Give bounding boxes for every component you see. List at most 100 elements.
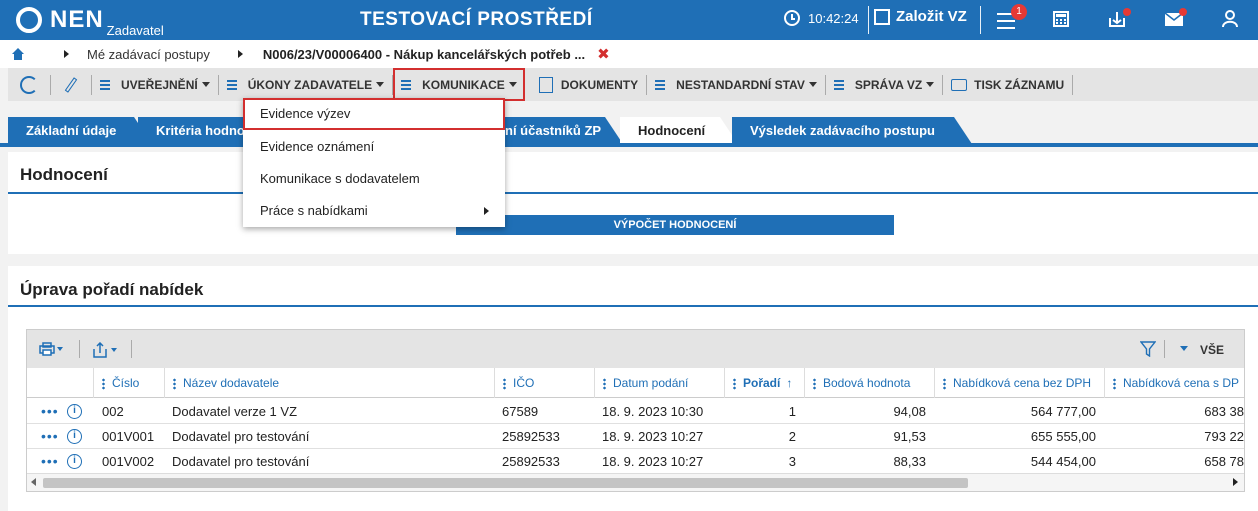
user-icon[interactable] xyxy=(1222,10,1244,30)
menu-komunikace[interactable]: KOMUNIKACE xyxy=(393,68,525,101)
table-row[interactable]: ••• i 002 Dodavatel verze 1 VZ 67589 18.… xyxy=(27,399,1244,424)
clock-time: 10:42:24 xyxy=(808,10,859,26)
print-record-button[interactable]: TISK ZÁZNAMU xyxy=(943,68,1072,101)
cell-cislo: 002 xyxy=(102,404,124,419)
menu-nestandardni-stav[interactable]: NESTANDARDNÍ STAV xyxy=(647,68,825,101)
breadcrumb-current[interactable]: N006/23/V00006400 - Nákup kancelářských … xyxy=(263,47,585,62)
info-icon[interactable]: i xyxy=(67,404,82,419)
col-datum-podani[interactable]: Datum podání xyxy=(594,368,724,398)
cell-cena-s: 683 38 xyxy=(1204,404,1244,419)
scroll-right-icon[interactable] xyxy=(1233,478,1238,486)
inbox-alert-dot xyxy=(1123,8,1131,16)
filter-all-select[interactable]: VŠE xyxy=(1200,343,1224,357)
refresh-icon xyxy=(20,75,38,94)
col-cislo[interactable]: Číslo xyxy=(93,368,164,398)
divider xyxy=(131,340,132,358)
info-icon[interactable]: i xyxy=(67,454,82,469)
clock-icon xyxy=(784,10,800,26)
menu-dokumenty[interactable]: DOKUMENTY xyxy=(531,68,646,101)
cell-poradi: 1 xyxy=(788,404,796,419)
info-icon[interactable]: i xyxy=(67,429,82,444)
menu-item-prace-s-nabidkami[interactable]: Práce s nabídkami xyxy=(243,195,505,227)
print-record-label: TISK ZÁZNAMU xyxy=(974,77,1065,92)
sort-asc-icon: ↑ xyxy=(786,376,793,390)
calculator-icon[interactable] xyxy=(1052,10,1074,30)
tab-hodnoceni[interactable]: Hodnocení xyxy=(620,117,738,144)
print-menu-button[interactable] xyxy=(39,342,65,359)
menu-item-komunikace-s-dodavatelem[interactable]: Komunikace s dodavatelem xyxy=(243,163,505,195)
section-rule xyxy=(8,305,1258,307)
menu-item-evidence-vyzev[interactable]: Evidence výzev xyxy=(243,98,505,130)
menu-sprava-vz[interactable]: SPRÁVA VZ xyxy=(826,68,942,101)
tab-zakladni-udaje[interactable]: Základní údaje xyxy=(8,117,152,144)
cell-datum: 18. 9. 2023 10:27 xyxy=(602,429,704,444)
cell-cena-s: 793 22 xyxy=(1204,429,1244,444)
col-bodova-hodnota[interactable]: Bodová hodnota xyxy=(804,368,934,398)
col-ico[interactable]: IČO xyxy=(494,368,594,398)
poradi-title: Úprava pořadí nabídek xyxy=(20,280,204,299)
divider xyxy=(980,6,981,34)
caret-down-icon xyxy=(926,82,935,87)
close-icon[interactable]: ✖ xyxy=(597,45,610,63)
breadcrumb: Mé zadávací postupy N006/23/V00006400 - … xyxy=(0,40,1258,68)
horizontal-scrollbar[interactable] xyxy=(27,473,1244,491)
menu-dokumenty-label: DOKUMENTY xyxy=(560,77,639,92)
logo-circle-icon xyxy=(16,7,42,33)
refresh-button[interactable] xyxy=(8,68,50,101)
edit-icon xyxy=(874,8,890,25)
export-menu-button[interactable] xyxy=(91,341,119,361)
list-icon xyxy=(100,79,114,91)
col-cena-bez-dph[interactable]: Nabídková cena bez DPH xyxy=(934,368,1104,398)
cell-poradi: 3 xyxy=(788,454,796,469)
col-poradi[interactable]: Pořadí ↑ xyxy=(724,368,804,398)
divider xyxy=(1072,74,1074,95)
table-row[interactable]: ••• i 001V001 Dodavatel pro testování 25… xyxy=(27,424,1244,449)
cell-datum: 18. 9. 2023 10:27 xyxy=(602,454,704,469)
breadcrumb-item-postupy[interactable]: Mé zadávací postupy xyxy=(87,47,210,62)
cell-ico: 67589 xyxy=(502,404,539,419)
divider xyxy=(1164,340,1165,358)
more-icon[interactable]: ••• xyxy=(41,404,59,418)
environment-title: TESTOVACÍ PROSTŘEDÍ xyxy=(360,9,593,30)
scrollbar-thumb[interactable] xyxy=(43,478,968,488)
menu-item-prace-label: Práce s nabídkami xyxy=(260,203,368,218)
section-rule xyxy=(8,192,1258,194)
caret-down-icon xyxy=(508,82,517,87)
divider xyxy=(79,340,80,358)
hodnoceni-panel: Hodnocení xyxy=(8,152,1258,254)
pencil-icon xyxy=(64,76,78,93)
top-bar: NEN Zadavatel TESTOVACÍ PROSTŘEDÍ 10:42:… xyxy=(0,0,1258,40)
caret-down-icon xyxy=(201,82,210,87)
home-icon[interactable] xyxy=(12,48,24,60)
caret-down-icon[interactable] xyxy=(1180,346,1188,351)
col-nazev-dodavatele[interactable]: Název dodavatele xyxy=(164,368,494,398)
hodnoceni-title: Hodnocení xyxy=(20,165,108,184)
scroll-left-icon[interactable] xyxy=(31,478,36,486)
offers-grid: VŠE Číslo Název dodavatele IČO Datum pod… xyxy=(26,329,1245,492)
calculate-evaluation-button[interactable]: VÝPOČET HODNOCENÍ xyxy=(456,215,894,235)
cell-cena-bez: 655 555,00 xyxy=(1030,429,1096,444)
list-icon xyxy=(226,79,241,91)
edit-button[interactable] xyxy=(51,68,91,101)
create-vz-button[interactable]: Založit VZ xyxy=(874,8,967,25)
menu-ukony-zadavatele[interactable]: ÚKONY ZADAVATELE xyxy=(219,68,392,101)
tab-vysledek[interactable]: Výsledek zadávacího postupu xyxy=(732,117,972,144)
divider xyxy=(868,6,869,34)
filter-icon[interactable] xyxy=(1139,341,1157,360)
table-row[interactable]: ••• i 001V002 Dodavatel pro testování 25… xyxy=(27,449,1244,474)
menu-item-evidence-oznameni[interactable]: Evidence oznámení xyxy=(243,131,505,163)
caret-down-icon xyxy=(376,82,385,87)
cell-cislo: 001V002 xyxy=(102,454,155,469)
cell-datum: 18. 9. 2023 10:30 xyxy=(602,404,704,419)
more-icon[interactable]: ••• xyxy=(41,429,59,443)
mail-alert-dot xyxy=(1179,8,1187,16)
menu-uverejneni[interactable]: UVEŘEJNĚNÍ xyxy=(92,68,218,101)
nen-logo[interactable]: NEN Zadavatel xyxy=(16,7,164,38)
logo-subtitle: Zadavatel xyxy=(106,23,164,38)
cell-nazev: Dodavatel pro testování xyxy=(172,429,310,444)
cell-poradi: 2 xyxy=(788,429,796,444)
cell-ico: 25892533 xyxy=(502,429,560,444)
col-cena-s-dph[interactable]: Nabídková cena s DP xyxy=(1104,368,1244,398)
more-icon[interactable]: ••• xyxy=(41,454,59,468)
chevron-right-icon xyxy=(237,50,243,58)
